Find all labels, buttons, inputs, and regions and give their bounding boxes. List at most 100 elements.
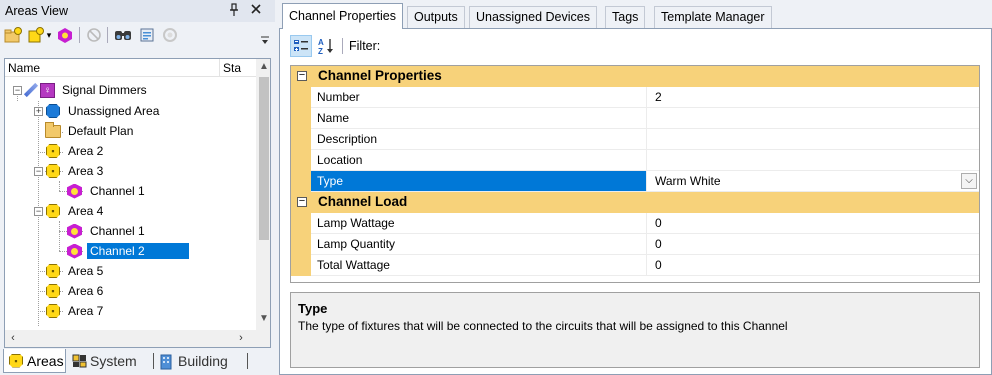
property-value[interactable]: [647, 150, 979, 171]
tree-node-label: Area 3: [68, 164, 104, 178]
scroll-right-icon[interactable]: ›: [233, 330, 249, 347]
tree-node-unassigned-area[interactable]: Unassigned Area: [45, 101, 162, 121]
categorized-view-icon[interactable]: [290, 35, 312, 57]
toolbar-separator: [79, 27, 80, 43]
tab-divider: [153, 353, 154, 369]
tree-node-label: Channel 1: [90, 224, 145, 238]
bottom-tab-strip: ▪ Areas System Building: [0, 349, 275, 375]
bottom-tab-label: Building: [178, 353, 228, 369]
property-name: Lamp Wattage: [311, 213, 647, 234]
property-value[interactable]: Warm White: [647, 171, 979, 192]
tree-node-label: Channel 2: [87, 243, 189, 259]
property-value[interactable]: 0: [647, 255, 979, 276]
disabled-icon[interactable]: [84, 25, 104, 45]
property-value[interactable]: [647, 129, 979, 150]
scroll-corner: [256, 330, 270, 347]
property-row-total-wattage[interactable]: Total Wattage 0: [291, 255, 979, 276]
areas-view-titlebar: Areas View: [0, 0, 275, 22]
tree-node-area-3[interactable]: ▪ Area 3: [45, 161, 106, 181]
bottom-tab-label: System: [90, 353, 137, 369]
svg-text:A: A: [318, 38, 324, 47]
property-row-name[interactable]: Name: [291, 108, 979, 129]
collapse-toggle[interactable]: −: [297, 196, 307, 207]
details-icon[interactable]: [137, 25, 157, 45]
tree-node-area-2[interactable]: ▪ Area 2: [45, 141, 106, 161]
tab-outputs[interactable]: Outputs: [407, 6, 465, 28]
tree-node-area-4-channel-2[interactable]: Channel 2: [67, 241, 189, 261]
tree-node-area-3-channel-1[interactable]: Channel 1: [67, 181, 148, 201]
bottom-tab-system[interactable]: System: [72, 349, 150, 373]
tab-channel-properties[interactable]: Channel Properties: [282, 3, 404, 29]
bottom-tab-label: Areas: [27, 352, 64, 369]
property-value[interactable]: 0: [647, 213, 979, 234]
tree-node-default-plan[interactable]: Default Plan: [45, 121, 136, 141]
bottom-tab-areas[interactable]: ▪ Areas: [3, 349, 66, 373]
tree-node-area-6[interactable]: ▪ Area 6: [45, 281, 106, 301]
property-name: Lamp Quantity: [311, 234, 647, 255]
property-name: Name: [311, 108, 647, 129]
tree-node-area-4-channel-1[interactable]: Channel 1: [67, 221, 148, 241]
property-name: Type: [311, 171, 647, 192]
category-title: Channel Load: [318, 194, 408, 209]
collapse-toggle[interactable]: −: [34, 167, 43, 176]
tab-template-manager[interactable]: Template Manager: [654, 6, 772, 28]
alphabetical-sort-icon[interactable]: AZ: [315, 35, 337, 57]
category-channel-properties[interactable]: − Channel Properties: [291, 66, 979, 87]
property-row-type[interactable]: Type Warm White ⌵: [291, 171, 979, 192]
pin-icon[interactable]: [229, 3, 239, 20]
help-description: The type of fixtures that will be connec…: [298, 319, 788, 333]
property-name: Location: [311, 150, 647, 171]
property-row-description[interactable]: Description: [291, 129, 979, 150]
property-value[interactable]: 2: [647, 87, 979, 108]
category-channel-load[interactable]: − Channel Load: [291, 192, 979, 213]
bottom-tab-building[interactable]: Building: [160, 349, 246, 373]
areas-view-panel: Areas View ▾ Name Sta − + − − ♀ Signal D…: [0, 0, 275, 375]
collapse-toggle[interactable]: −: [297, 70, 307, 81]
tab-unassigned-devices[interactable]: Unassigned Devices: [469, 6, 597, 28]
tab-tags[interactable]: Tags: [605, 6, 646, 28]
property-row-number[interactable]: Number 2: [291, 87, 979, 108]
tree-node-label: Default Plan: [68, 124, 134, 138]
add-channel-icon[interactable]: [55, 25, 75, 45]
property-row-lamp-wattage[interactable]: Lamp Wattage 0: [291, 213, 979, 234]
menu-overflow-icon[interactable]: [255, 30, 275, 50]
area-icon: ▪: [46, 284, 60, 298]
filter-input[interactable]: [391, 35, 536, 56]
area-icon: ▪: [46, 304, 60, 318]
collapse-toggle[interactable]: −: [13, 86, 22, 95]
tree-node-label: Signal Dimmers: [62, 83, 147, 97]
chevron-down-icon[interactable]: ⌵: [961, 173, 977, 189]
property-help-pane: Type The type of fixtures that will be c…: [290, 292, 980, 368]
collapse-toggle[interactable]: −: [34, 207, 43, 216]
scroll-thumb[interactable]: [259, 77, 269, 240]
add-area-dropdown-icon[interactable]: [26, 25, 46, 45]
scroll-left-icon[interactable]: ‹: [5, 330, 21, 347]
refresh-icon[interactable]: [160, 25, 180, 45]
tree-header: Name Sta: [5, 59, 257, 77]
tree-node-label: Area 4: [68, 204, 104, 218]
property-value[interactable]: [647, 108, 979, 129]
scroll-down-icon[interactable]: ▼: [256, 311, 270, 327]
add-area-icon[interactable]: [3, 25, 23, 45]
column-name[interactable]: Name: [8, 61, 40, 75]
tab-divider: [247, 353, 248, 369]
expand-toggle[interactable]: +: [34, 107, 43, 116]
find-icon[interactable]: [113, 25, 133, 45]
column-status[interactable]: Sta: [223, 61, 241, 75]
tree-node-signal-dimmers[interactable]: ♀ Signal Dimmers: [23, 80, 150, 100]
tree-node-area-4[interactable]: ▪ Area 4: [45, 201, 106, 221]
tree-node-area-7[interactable]: ▪ Area 7: [45, 301, 106, 321]
folder-icon: [45, 121, 61, 138]
close-icon[interactable]: [250, 1, 262, 19]
column-divider[interactable]: [219, 59, 220, 77]
tree-horizontal-scrollbar[interactable]: ‹ ›: [5, 330, 256, 347]
areas-tree: Name Sta − + − − ♀ Signal Dimmers Unassi…: [4, 58, 271, 348]
property-row-lamp-quantity[interactable]: Lamp Quantity 0: [291, 234, 979, 255]
scroll-up-icon[interactable]: ▲: [256, 59, 270, 75]
property-value[interactable]: 0: [647, 234, 979, 255]
channel-properties-pane: AZ Filter: − Channel Properties Number 2…: [279, 28, 992, 375]
property-row-location[interactable]: Location: [291, 150, 979, 171]
tree-node-area-5[interactable]: ▪ Area 5: [45, 261, 106, 281]
tree-vertical-scrollbar[interactable]: ▲ ▼: [256, 59, 270, 330]
chevron-down-icon[interactable]: ▾: [44, 25, 54, 45]
